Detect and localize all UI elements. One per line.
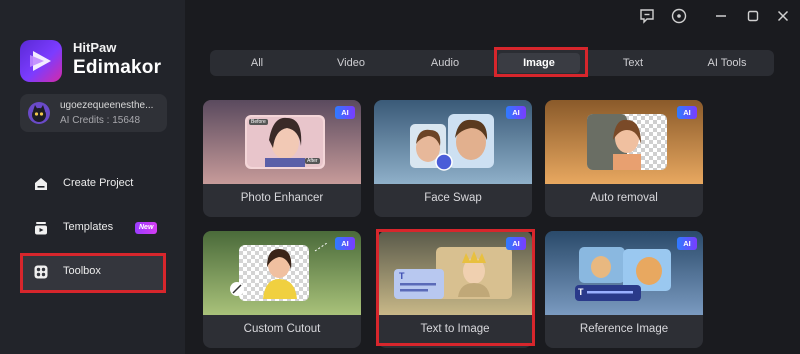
tool-card-face-swap[interactable]: AI Face Swap	[374, 100, 532, 217]
tab-all[interactable]: All	[210, 50, 304, 76]
sidebar-item-label: Create Project	[63, 177, 134, 189]
text-glyph: T	[578, 287, 584, 297]
avatar	[28, 102, 50, 124]
tool-card-label: Photo Enhancer	[240, 192, 324, 204]
maximize-icon[interactable]	[744, 7, 762, 25]
templates-icon	[35, 222, 47, 235]
tool-card-custom-cutout[interactable]: AI Custom Cutout	[203, 231, 361, 348]
highlight-toolbox	[20, 253, 166, 293]
after-tag: After	[305, 158, 320, 164]
sidebar: HitPaw Edimakor ugoezequeenesthe... AI C…	[0, 0, 185, 354]
sidebar-item-templates[interactable]: Templates New	[20, 209, 166, 247]
ai-badge: AI	[677, 237, 697, 250]
tool-card-auto-removal[interactable]: AI Auto removal	[545, 100, 703, 217]
account-username: ugoezequeenesthe...	[60, 100, 154, 111]
tool-card-label: Face Swap	[424, 192, 482, 204]
sidebar-item-label: Templates	[63, 221, 114, 233]
ai-badge: AI	[335, 106, 355, 119]
minimize-icon[interactable]	[712, 7, 730, 25]
tab-ai-tools[interactable]: AI Tools	[680, 50, 774, 76]
highlight-image-tab	[494, 47, 588, 77]
edimakor-logo	[20, 40, 62, 82]
category-tabs: All Video Audio Image Text AI Tools	[210, 50, 774, 76]
ai-badge: AI	[506, 106, 526, 119]
tool-card-label: Reference Image	[579, 323, 669, 335]
tab-text[interactable]: Text	[586, 50, 680, 76]
tab-video[interactable]: Video	[304, 50, 398, 76]
tool-card-label: Custom Cutout	[243, 323, 321, 335]
tool-card-photo-enhancer[interactable]: AI Before After Photo Enhancer	[203, 100, 361, 217]
highlight-text-to-image	[376, 229, 535, 346]
before-tag: Before	[249, 119, 268, 125]
tab-audio[interactable]: Audio	[398, 50, 492, 76]
tool-card-reference-image[interactable]: T AI Reference Image	[545, 231, 703, 348]
ai-credits: AI Credits : 15648	[60, 115, 141, 126]
feedback-icon[interactable]	[638, 7, 656, 25]
tool-card-label: Auto removal	[590, 192, 658, 204]
product-name: Edimakor	[73, 57, 162, 78]
ai-badge: AI	[335, 237, 355, 250]
account-card[interactable]: ugoezequeenesthe... AI Credits : 15648	[20, 94, 167, 132]
info-icon[interactable]	[670, 7, 688, 25]
ai-badge: AI	[677, 106, 697, 119]
sidebar-item-create-project[interactable]: Create Project	[20, 165, 166, 203]
new-badge: New	[135, 222, 158, 234]
brand-name: HitPaw	[73, 40, 117, 55]
close-icon[interactable]	[774, 7, 792, 25]
home-icon	[35, 178, 47, 190]
